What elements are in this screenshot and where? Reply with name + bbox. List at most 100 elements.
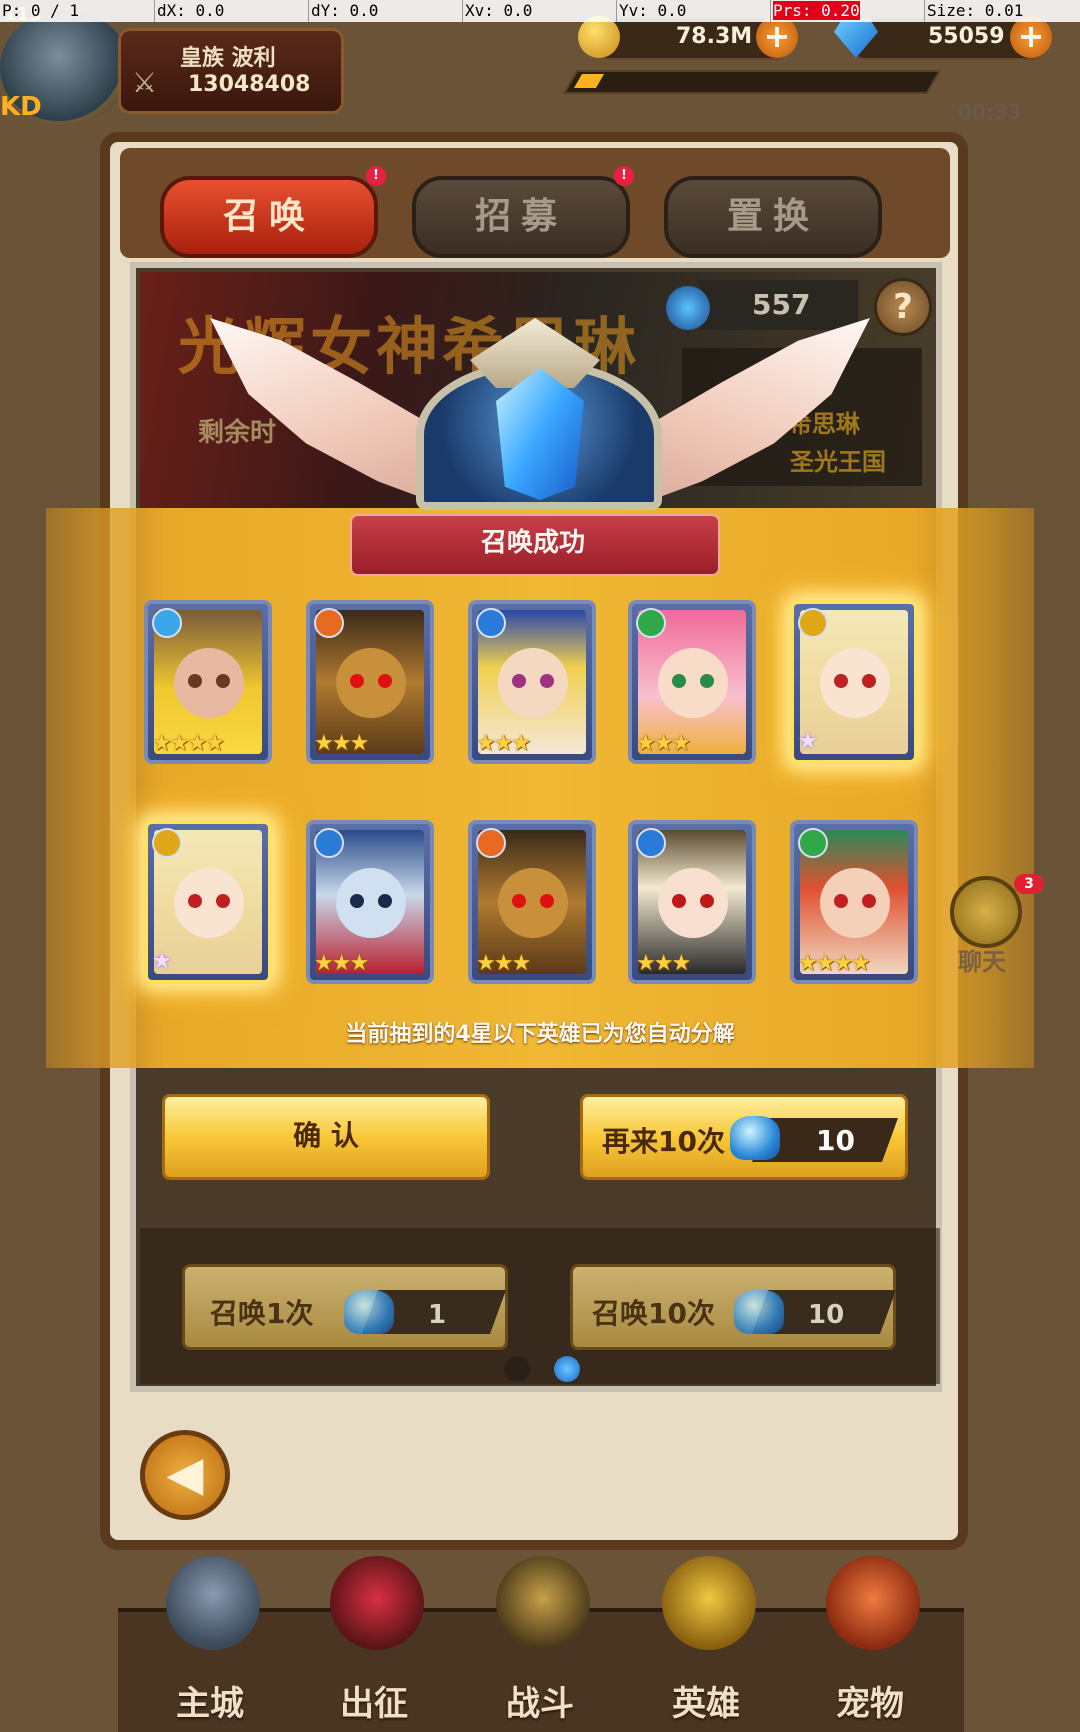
gold-coin-icon (578, 16, 620, 58)
light-element-icon (798, 608, 828, 638)
ice-element-icon (152, 608, 182, 638)
debug-size: Size: 0.01 (924, 0, 1078, 22)
hero-eye (188, 894, 202, 908)
hero-eye (700, 894, 714, 908)
hero-card-robot[interactable]: ★★★ (468, 820, 596, 984)
tab-exchange[interactable]: 置换 (664, 176, 882, 258)
nature-element-icon (798, 828, 828, 858)
battle-icon (496, 1556, 590, 1650)
hero-card-pink-girl[interactable]: ★★★ (628, 600, 756, 764)
debug-overlay: P: 0 / 1 dX: 0.0 dY: 0.0 Xv: 0.0 Yv: 0.0… (0, 0, 1080, 22)
debug-prs: Prs: 0.20 (770, 0, 924, 22)
back-arrow-icon: ◀ (166, 1446, 204, 1502)
tab-recruit[interactable]: 招募 (412, 176, 630, 258)
add-gold-button[interactable]: + (756, 16, 798, 58)
hero-card-archer-girl[interactable]: ★★★★ (790, 820, 918, 984)
hero-card-dwarf[interactable]: ★★★★ (144, 600, 272, 764)
debug-pointer: P: 0 / 1 (2, 1, 80, 20)
banner-hero-kingdom: 圣光王国 (790, 448, 886, 476)
gem-value: 55059 (928, 24, 1005, 49)
summon-ten-cost: 10 (808, 1300, 845, 1330)
fire-element-icon (314, 608, 344, 638)
star-rating: ★★★ (636, 951, 691, 976)
nav-label: 战斗 (506, 1684, 574, 1724)
add-gem-button[interactable]: + (1010, 16, 1052, 58)
nav-label: 主城 (176, 1684, 244, 1724)
kd-label: KD (0, 92, 42, 122)
star-rating: ★ (152, 949, 172, 974)
debug-dx: dX: 0.0 (154, 0, 308, 22)
confirm-label: 确 认 (293, 1119, 359, 1152)
nav-expedition[interactable]: 出征 (304, 1556, 444, 1728)
hero-card-sailor-fish[interactable]: ★★★ (306, 820, 434, 984)
hero-eye (700, 674, 714, 688)
timer: 00:33 (958, 100, 1022, 124)
debug-prs-label: Prs: 0.20 (773, 1, 860, 20)
help-button[interactable]: ? (874, 278, 932, 336)
hero-face (658, 648, 728, 718)
light-element-icon (152, 828, 182, 858)
player-power: 13048408 (188, 72, 311, 97)
hero-face (820, 868, 890, 938)
hero-eye (672, 674, 686, 688)
banner-remaining-time: 剩余时 (198, 418, 277, 448)
summon-ticket-icon (344, 1290, 394, 1334)
scroll-count: 557 (752, 288, 811, 321)
crossed-swords-icon: ⚔ (132, 66, 158, 99)
hero-eye (672, 894, 686, 908)
page-dot[interactable] (504, 1356, 530, 1382)
hero-card-goddess[interactable]: ★ (144, 820, 272, 984)
hero-face (174, 868, 244, 938)
nav-main-city[interactable]: 主城 (140, 1556, 280, 1728)
hero-eye (512, 674, 526, 688)
star-rating: ★★★★ (152, 731, 225, 756)
hero-face (498, 868, 568, 938)
nav-pet[interactable]: 宠物 (800, 1556, 940, 1728)
summon-ticket-icon (730, 1116, 780, 1160)
tab-summon[interactable]: 召唤 (160, 176, 378, 258)
summon-once-label: 召唤1次 (210, 1297, 314, 1330)
chat-label: 聊天 (958, 948, 1006, 976)
decompose-note: 当前抽到的4星以下英雄已为您自动分解 (345, 1022, 735, 1047)
summon-once-cost: 1 (428, 1300, 447, 1330)
water-element-icon (476, 608, 506, 638)
tab-summon-alert-badge: ! (366, 166, 386, 186)
player-name: 皇族 波利 (180, 46, 276, 71)
back-button[interactable]: ◀ (140, 1430, 230, 1520)
hero-card-sheep-girl[interactable]: ★★★ (628, 820, 756, 984)
hero-eye (378, 894, 392, 908)
summon-again-cost: 10 (816, 1124, 855, 1157)
fire-element-icon (476, 828, 506, 858)
star-rating: ★★★ (314, 731, 369, 756)
summon-again-label: 再来10次 (602, 1125, 725, 1158)
nav-hero[interactable]: 英雄 (636, 1556, 776, 1728)
expedition-icon (330, 1556, 424, 1650)
hero-eye (540, 674, 554, 688)
summon-result-panel (46, 508, 1034, 1068)
hero-card-pirate-girl[interactable]: ★★★ (468, 600, 596, 764)
hero-eye (512, 894, 526, 908)
chat-button[interactable] (950, 876, 1022, 948)
hero-eye (378, 674, 392, 688)
nav-label: 宠物 (836, 1684, 904, 1724)
hero-eye (834, 674, 848, 688)
star-rating: ★ (798, 729, 818, 754)
hero-eye (216, 674, 230, 688)
star-rating: ★★★ (476, 731, 531, 756)
page-dot-active[interactable] (554, 1356, 580, 1382)
water-element-icon (314, 828, 344, 858)
hero-face (658, 868, 728, 938)
nav-battle[interactable]: 战斗 (470, 1556, 610, 1728)
hero-card-goddess[interactable]: ★ (790, 600, 918, 764)
castle-icon (166, 1556, 260, 1650)
hero-eye (862, 894, 876, 908)
hero-face (336, 868, 406, 938)
hero-card-robot[interactable]: ★★★ (306, 600, 434, 764)
water-element-icon (636, 828, 666, 858)
summon-scroll-icon (666, 286, 710, 330)
hero-eye (834, 894, 848, 908)
hero-face (820, 648, 890, 718)
nav-label: 出征 (340, 1684, 408, 1724)
hero-eye (350, 894, 364, 908)
star-rating: ★★★ (476, 951, 531, 976)
